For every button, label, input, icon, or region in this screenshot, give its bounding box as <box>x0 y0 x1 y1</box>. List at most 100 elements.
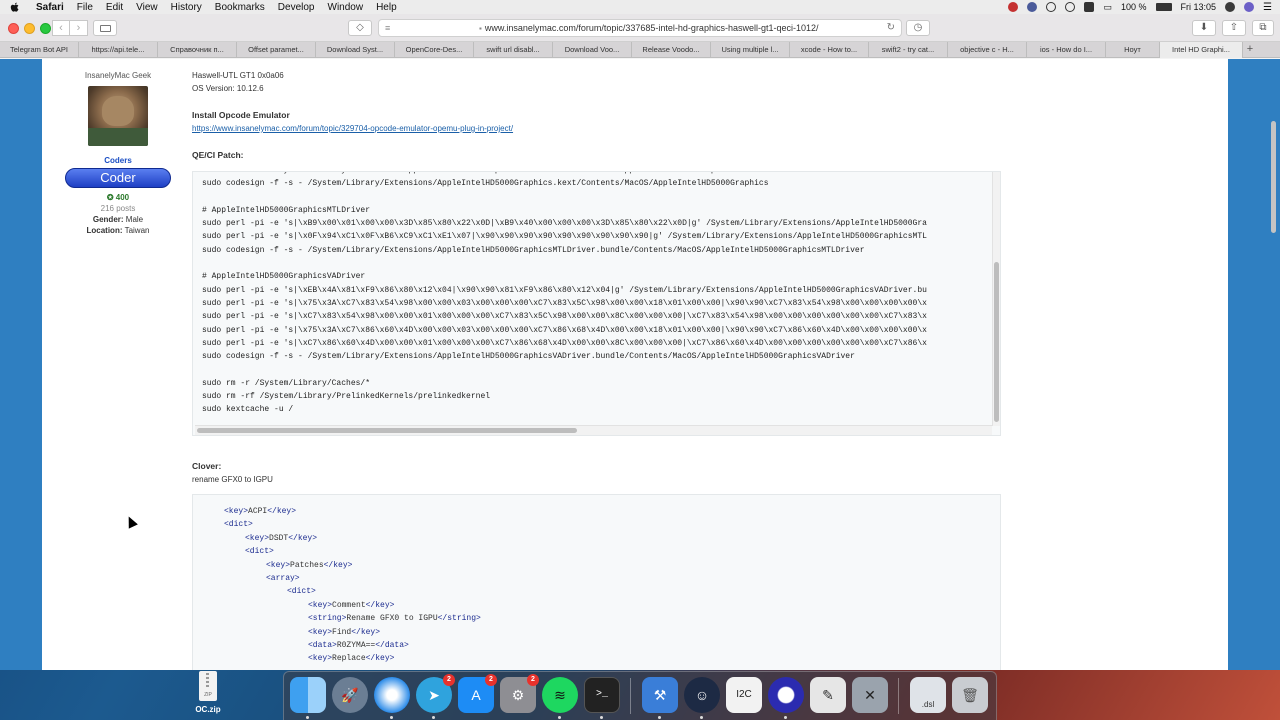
menu-history[interactable]: History <box>171 2 202 13</box>
i2c-label: I2C <box>736 689 752 700</box>
volume-icon[interactable] <box>1084 2 1095 12</box>
tab-ios-how-do-i[interactable]: ios - How do I... <box>1027 42 1106 58</box>
close-window-button[interactable] <box>8 23 19 34</box>
xml-open-tag: <array> <box>266 574 300 584</box>
tab-offset-parameters[interactable]: Offset paramet... <box>237 42 316 58</box>
fullscreen-window-button[interactable] <box>40 23 51 34</box>
battery-percent[interactable]: 100 % <box>1121 2 1147 12</box>
forward-icon[interactable]: › <box>70 20 88 36</box>
xml-value: Comment <box>332 600 366 610</box>
minimize-window-button[interactable] <box>24 23 35 34</box>
preview-icon[interactable]: ✎ <box>810 677 846 713</box>
utilities-tools-icon[interactable]: ✕ <box>852 677 888 713</box>
xml-close-tag: </key> <box>365 654 395 664</box>
xcode-icon[interactable]: ⚒ <box>642 677 678 713</box>
terminal-icon[interactable]: >_ <box>584 677 620 713</box>
sidebar-icon[interactable] <box>93 20 117 36</box>
record-icon[interactable] <box>1008 2 1019 12</box>
code-vertical-scrollbar[interactable] <box>992 172 1000 426</box>
tab-swift2-try-catch[interactable]: swift2 - try cat... <box>869 42 948 58</box>
tab-spravochnik[interactable]: Справочник п... <box>158 42 237 58</box>
vpn-icon[interactable] <box>1027 2 1038 12</box>
history-clock-icon[interactable]: ◷ <box>906 20 930 36</box>
tab-download-system[interactable]: Download Syst... <box>316 42 395 58</box>
battery-icon[interactable] <box>1155 3 1172 11</box>
tab-using-multiple[interactable]: Using multiple l... <box>711 42 790 58</box>
menu-bookmarks[interactable]: Bookmarks <box>215 2 265 13</box>
siri-icon[interactable] <box>1244 2 1255 12</box>
back-icon[interactable]: ‹ <box>52 20 70 36</box>
hackintool-running-dot <box>700 716 703 719</box>
tab-api-telegram[interactable]: https://api.tele... <box>79 42 158 58</box>
spotify-icon[interactable]: ≋ <box>542 677 578 713</box>
xml-value: Rename GFX0 to IGPU <box>346 614 438 624</box>
safari-icon[interactable] <box>374 677 410 713</box>
launchpad-icon[interactable]: 🚀 <box>332 677 368 713</box>
tab-swift-url-disable[interactable]: swift url disabl... <box>474 42 553 58</box>
dsl-label: .dsl <box>921 700 935 709</box>
gender-value: Male <box>125 215 144 224</box>
shield-status-icon[interactable] <box>1046 2 1057 12</box>
xml-close-tag: </key> <box>351 627 381 637</box>
search-icon[interactable] <box>1225 2 1236 12</box>
user-panel: InsanelyMac Geek Coders Coder ✪ 400 216 … <box>64 59 172 235</box>
tab-download-voodoo[interactable]: Download Voo... <box>553 42 632 58</box>
reader-icon[interactable]: ≡ <box>385 23 397 33</box>
tab-opencore-desktop[interactable]: OpenCore-Des... <box>395 42 474 58</box>
privacy-shield-icon[interactable]: ◇ <box>348 20 372 36</box>
xml-close-tag: </key> <box>267 507 297 516</box>
dsl-file-icon[interactable]: .dsl <box>910 677 946 713</box>
finder-icon[interactable] <box>290 677 326 713</box>
code-line: sudo codesign -f -s - /System/Library/Ex… <box>202 352 855 362</box>
menu-window[interactable]: Window <box>328 2 364 13</box>
tab-release-voodoo[interactable]: Release Voodo... <box>632 42 711 58</box>
clock[interactable]: Fri 13:05 <box>1181 2 1217 12</box>
clover-subtitle: rename GFX0 to IGPU <box>192 475 273 484</box>
hackintool-icon[interactable]: ☺ <box>684 677 720 713</box>
xml-open-tag: <key> <box>308 654 333 664</box>
trash-icon[interactable]: 🗑 <box>952 677 988 713</box>
tab-xcode-how-to[interactable]: xcode - How to... <box>790 42 869 58</box>
system-preferences-icon[interactable]: ⚙ 2 <box>500 674 539 713</box>
tab-objective-c[interactable]: objective c - H... <box>948 42 1027 58</box>
xcode-running-dot <box>658 716 661 719</box>
menu-edit[interactable]: Edit <box>106 2 123 13</box>
address-bar[interactable]: ≡ ▪ www.insanelymac.com/forum/topic/3376… <box>378 19 902 37</box>
bluetooth-icon[interactable] <box>1065 2 1076 12</box>
code-horizontal-scroll-thumb[interactable] <box>197 428 577 433</box>
opcode-link[interactable]: https://www.insanelymac.com/forum/topic/… <box>192 124 513 133</box>
user-group-link[interactable]: Coders <box>64 156 172 165</box>
moon-app-icon[interactable] <box>768 677 804 713</box>
xml-value: R0ZYMA== <box>336 641 376 651</box>
telegram-icon[interactable]: ➤ 2 <box>416 674 455 713</box>
xml-open-tag: <key> <box>308 627 333 637</box>
menu-develop[interactable]: Develop <box>278 2 315 13</box>
menu-view[interactable]: View <box>136 2 158 13</box>
i2c-app-icon[interactable]: I2C <box>726 677 762 713</box>
flag-icon[interactable]: ▭ <box>1103 2 1112 13</box>
desktop-zip-file[interactable]: ZIP OC.zip <box>192 671 224 714</box>
share-icon[interactable]: ⇧ <box>1222 20 1246 36</box>
page-scroll-thumb[interactable] <box>1271 121 1276 233</box>
notification-center-icon[interactable]: ☰ <box>1263 2 1272 13</box>
clover-code-block[interactable]: <key>ACPI</key> <dict> <key>DSDT</key> <dic… <box>192 494 1001 670</box>
app-store-icon[interactable]: A2 <box>458 674 497 713</box>
qeci-code-block[interactable]: sudo chmod 755 /System/Library/Extension… <box>192 171 1001 436</box>
avatar[interactable] <box>88 86 148 146</box>
downloads-icon[interactable]: ⬇ <box>1192 20 1216 36</box>
tab-noutbuk[interactable]: Ноут <box>1106 42 1160 58</box>
tab-telegram-bot-api[interactable]: Telegram Bot API <box>0 42 79 58</box>
new-tab-icon[interactable]: + <box>1243 42 1257 58</box>
menu-help[interactable]: Help <box>376 2 397 13</box>
url-text[interactable]: www.insanelymac.com/forum/topic/337685-i… <box>485 23 819 33</box>
reload-icon[interactable]: ↻ <box>887 22 895 33</box>
tab-overview-icon[interactable]: ⧉ <box>1252 20 1274 36</box>
menu-safari[interactable]: Safari <box>36 2 64 13</box>
dock: 🚀 ➤ 2 A2 ⚙ 2 ≋ >_ ⚒ ☺ I2C ✎ ✕ .dsl 🗑 <box>283 671 997 720</box>
system-preferences-badge: 2 <box>527 674 539 686</box>
apple-menu-icon[interactable] <box>10 2 20 12</box>
code-horizontal-scrollbar[interactable] <box>195 425 992 435</box>
tab-intel-hd-graphics[interactable]: Intel HD Graphi... <box>1160 42 1243 58</box>
code-vertical-scroll-thumb[interactable] <box>994 262 999 422</box>
menu-file[interactable]: File <box>77 2 93 13</box>
